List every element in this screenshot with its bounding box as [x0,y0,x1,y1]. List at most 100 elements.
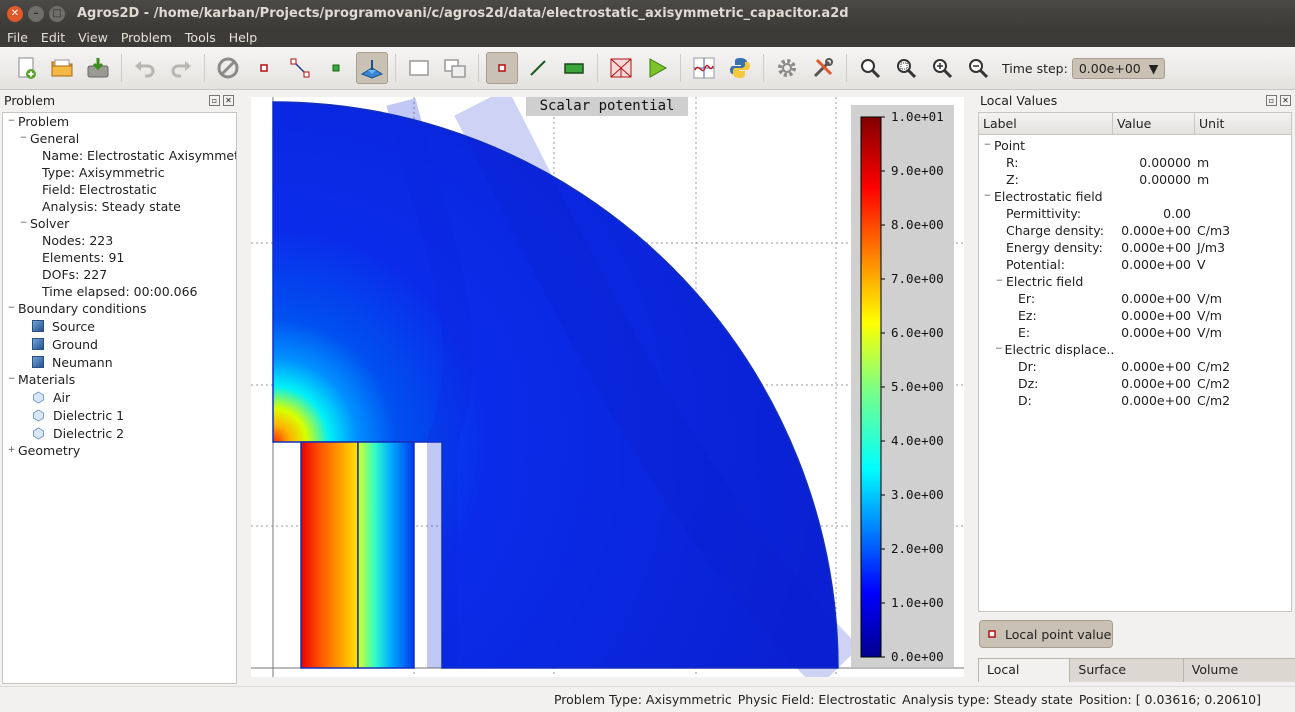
tab-local-values[interactable]: Local Values [978,658,1071,699]
collapse-icon[interactable]: − [983,192,992,201]
open-folder-icon[interactable] [46,52,78,84]
zoom-in-icon[interactable] [926,52,958,84]
tab-surface-integral[interactable]: Surface Integral [1069,658,1184,699]
redo-icon[interactable] [165,52,197,84]
minimize-window-button[interactable]: – [28,5,44,22]
tree-item-elements[interactable]: Elements: 91 [3,249,236,266]
collapse-icon[interactable]: − [7,117,16,126]
stop-icon[interactable] [212,52,244,84]
material-icon [33,408,44,422]
table-row[interactable]: Er: 0.000e+00 V/m [979,290,1291,307]
tree-item-general[interactable]: − General [3,130,236,147]
zoom-best-fit-icon[interactable] [854,52,886,84]
tree-item-nodes[interactable]: Nodes: 223 [3,232,236,249]
menu-edit[interactable]: Edit [34,30,71,45]
collapse-icon[interactable]: − [7,375,16,384]
menu-help[interactable]: Help [222,30,264,45]
column-header-unit[interactable]: Unit [1195,113,1291,134]
collapse-icon[interactable]: − [19,134,28,143]
close-dock-icon[interactable]: ✕ [1280,94,1291,106]
collapse-icon[interactable]: − [19,219,28,228]
table-row[interactable]: Energy density: 0.000e+00 J/m3 [979,239,1291,256]
menu-tools[interactable]: Tools [178,30,222,45]
collapse-icon[interactable]: − [7,304,16,313]
tab-volume-integral[interactable]: Volume Integral [1182,658,1295,699]
group-row-displacement[interactable]: − Electric displace... [979,341,1291,358]
float-dock-icon[interactable]: ▫ [1266,94,1277,106]
python-icon[interactable] [724,52,756,84]
maximize-window-button[interactable]: □ [49,5,65,22]
tree-item-boundary[interactable]: Source [3,317,236,335]
group-row-field[interactable]: − Electrostatic field [979,188,1291,205]
table-row[interactable]: Dz: 0.000e+00 C/m2 [979,375,1291,392]
tree-item-material[interactable]: Air [3,388,236,406]
scalar-potential-plot[interactable]: 1.0e+01 9.0e+00 8.0e+00 7.0e+00 6.0e+00 5.0e+… [251,97,964,677]
mesh-icon[interactable] [605,52,637,84]
tools-icon[interactable] [807,52,839,84]
tree-item-problem[interactable]: − Problem [3,113,236,130]
tree-item-boundary-conditions[interactable]: − Boundary conditions [3,300,236,317]
save-icon[interactable] [82,52,114,84]
rectangle-select-icon[interactable] [403,52,435,84]
table-row[interactable]: D: 0.000e+00 C/m2 [979,392,1291,409]
undo-icon[interactable] [129,52,161,84]
collapse-icon[interactable]: − [995,345,1003,354]
dielectric-2-region[interactable] [357,441,415,669]
group-row-electric_field[interactable]: − Electric field [979,273,1291,290]
add-node-icon[interactable] [248,52,280,84]
menu-file[interactable]: File [0,30,34,45]
solve-icon[interactable] [641,52,673,84]
mode-label-icon[interactable] [558,52,590,84]
add-edge-icon[interactable] [284,52,316,84]
zoom-region-icon[interactable] [890,52,922,84]
tree-item-material[interactable]: Dielectric 1 [3,406,236,424]
scene-view[interactable]: 1.0e+01 9.0e+00 8.0e+00 7.0e+00 6.0e+00 5.0e+… [251,97,964,677]
close-dock-icon[interactable]: ✕ [223,94,234,106]
zoom-out-icon[interactable] [962,52,994,84]
tree-item-dofs[interactable]: DOFs: 227 [3,266,236,283]
collapse-icon[interactable]: − [995,277,1004,286]
tree-item-field[interactable]: Field: Electrostatic [3,181,236,198]
chart-icon[interactable] [688,52,720,84]
tree-item-type[interactable]: Type: Axisymmetric [3,164,236,181]
scene-postprocessor-icon[interactable] [356,52,388,84]
mode-node-icon[interactable] [486,52,518,84]
tree-item-boundary[interactable]: Ground [3,335,236,353]
table-row[interactable]: Permittivity: 0.00 [979,205,1291,222]
table-row[interactable]: Ez: 0.000e+00 V/m [979,307,1291,324]
float-dock-icon[interactable]: ▫ [209,94,220,106]
expand-icon[interactable]: + [7,446,16,455]
mode-edge-icon[interactable] [522,52,554,84]
cell-label: Charge density: [1006,223,1104,238]
tree-item-name[interactable]: Name: Electrostatic Axisymmetric... [3,147,236,164]
menu-view[interactable]: View [71,30,114,45]
settings-icon[interactable] [771,52,803,84]
close-window-button[interactable]: ✕ [7,5,23,22]
group-row-point[interactable]: − Point [979,137,1291,154]
column-header-label[interactable]: Label [979,113,1113,134]
add-label-icon[interactable] [320,52,352,84]
table-row[interactable]: Dr: 0.000e+00 C/m2 [979,358,1291,375]
tree-item-boundary[interactable]: Neumann [3,353,236,371]
table-row[interactable]: R: 0.00000 m [979,154,1291,171]
tree-item-analysis[interactable]: Analysis: Steady state [3,198,236,215]
new-document-icon[interactable] [10,52,42,84]
tree-item-solver[interactable]: − Solver [3,215,236,232]
column-header-value[interactable]: Value [1113,113,1195,134]
collapse-icon[interactable]: − [983,141,992,150]
tree-item-material[interactable]: Dielectric 2 [3,424,236,442]
local-point-value-button[interactable]: Local point value [979,620,1113,648]
table-row[interactable]: Z: 0.00000 m [979,171,1291,188]
time-step-combo[interactable]: 0.00e+00 ▼ [1071,57,1166,79]
tree-item-geometry[interactable]: + Geometry [3,442,236,459]
table-row[interactable]: Potential: 0.000e+00 V [979,256,1291,273]
table-row[interactable]: E: 0.000e+00 V/m [979,324,1291,341]
problem-tree[interactable]: − Problem − General Name: Electrostatic Ax… [2,112,237,684]
local-values-table[interactable]: Label Value Unit − Point R: 0.00000 m Z: 0.000… [978,112,1292,612]
dielectric-1-region[interactable] [300,441,359,669]
menu-problem[interactable]: Problem [114,30,178,45]
overlap-icon[interactable] [439,52,471,84]
tree-item-materials[interactable]: − Materials [3,371,236,388]
table-row[interactable]: Charge density: 0.000e+00 C/m3 [979,222,1291,239]
tree-item-time-elapsed[interactable]: Time elapsed: 00:00.066 [3,283,236,300]
